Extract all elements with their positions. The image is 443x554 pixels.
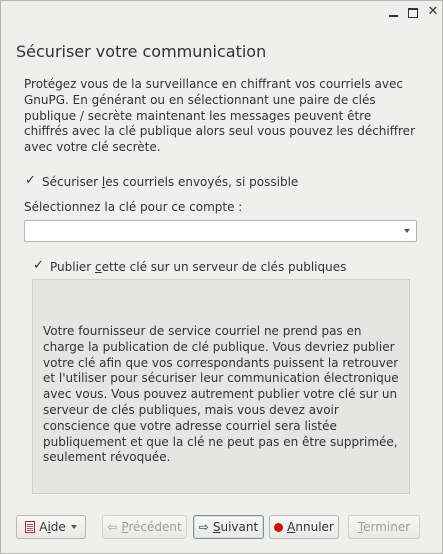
wizard-window: ✕ Sécuriser votre communication Protégez… <box>0 0 443 554</box>
chevron-down-icon <box>404 229 410 233</box>
maximize-button[interactable] <box>406 4 420 20</box>
info-panel: Votre fournisseur de service courriel ne… <box>32 279 410 494</box>
key-select-dropdown[interactable] <box>24 220 417 242</box>
help-book-icon <box>25 521 36 533</box>
help-label: Aide <box>39 520 66 534</box>
previous-label: Précédent <box>121 520 182 534</box>
previous-button[interactable]: ⇦ Précédent <box>102 515 187 539</box>
arrow-left-icon: ⇦ <box>107 520 118 534</box>
chevron-down-icon <box>70 525 77 529</box>
close-icon: ✕ <box>427 4 439 19</box>
next-button[interactable]: ⇨ Suivant <box>193 515 264 539</box>
checkmark-icon <box>32 258 45 274</box>
help-button[interactable]: Aide <box>16 515 86 539</box>
publish-key-label: Publier cette clé sur un serveur de clés… <box>50 260 347 274</box>
info-text: Votre fournisseur de service courriel ne… <box>43 324 399 465</box>
finish-button[interactable]: Terminer <box>348 515 420 539</box>
checkmark-icon <box>24 173 37 189</box>
key-select-label: Sélectionnez la clé pour ce compte : <box>24 200 243 214</box>
secure-emails-label: Sécuriser les courriels envoyés, si poss… <box>42 175 299 189</box>
page-title: Sécuriser votre communication <box>16 42 267 61</box>
description-text: Protégez vous de la surveillance en chif… <box>24 77 416 155</box>
minimize-button[interactable] <box>386 4 400 20</box>
finish-label: Terminer <box>357 520 411 534</box>
arrow-right-icon: ⇨ <box>198 520 209 534</box>
titlebar: ✕ <box>1 1 442 25</box>
close-button[interactable]: ✕ <box>426 4 440 20</box>
stop-icon <box>274 522 284 532</box>
maximize-icon <box>408 8 418 18</box>
publish-key-checkbox[interactable]: Publier cette clé sur un serveur de clés… <box>32 258 347 275</box>
cancel-label: Annuler <box>287 520 334 534</box>
cancel-button[interactable]: Annuler <box>269 515 339 539</box>
secure-emails-checkbox[interactable]: Sécuriser les courriels envoyés, si poss… <box>24 173 299 190</box>
minimize-icon <box>388 15 398 17</box>
next-label: Suivant <box>212 520 259 534</box>
